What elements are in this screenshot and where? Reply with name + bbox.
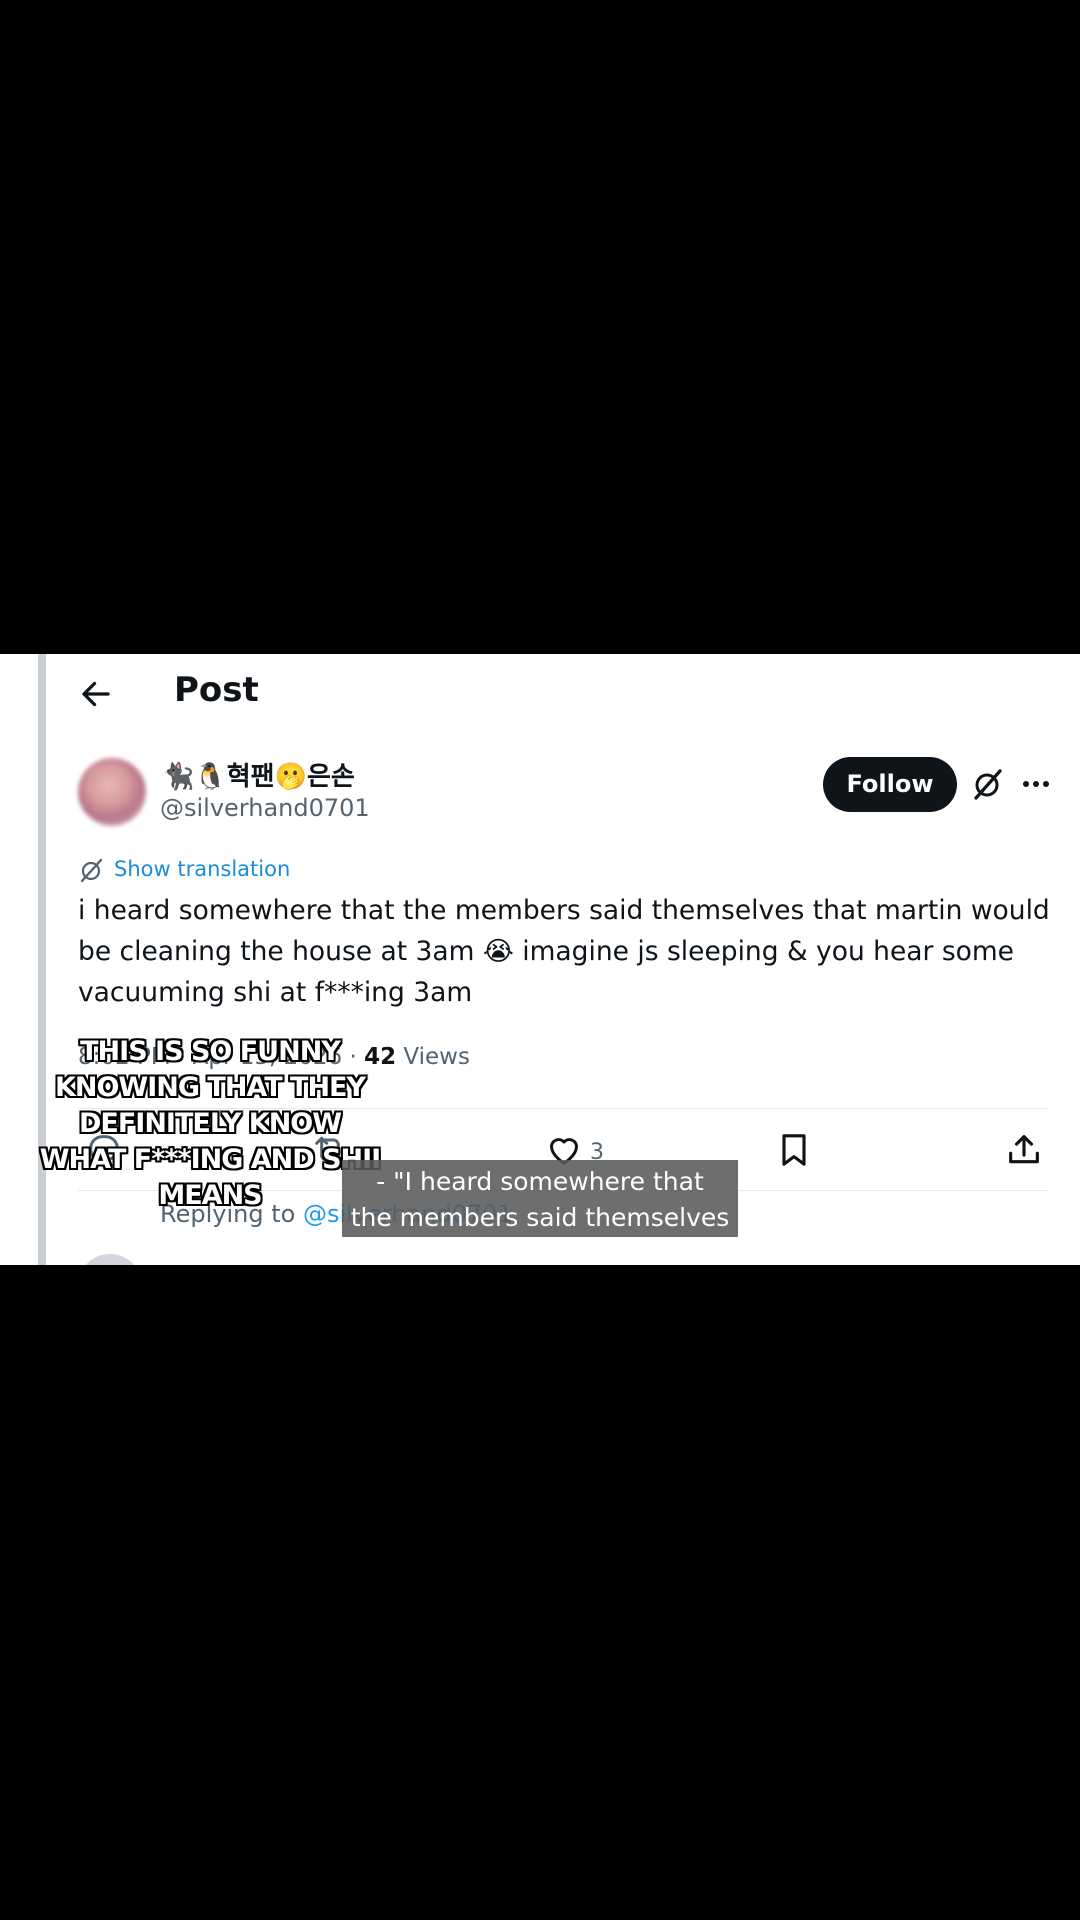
avatar[interactable] (78, 758, 146, 826)
share-icon (1009, 1135, 1039, 1164)
grok-button[interactable] (970, 766, 1006, 802)
grok-icon (974, 769, 1002, 800)
auto-subtitle: - "I heard somewhere that the members sa… (342, 1160, 738, 1237)
subtitle-line: - "I heard somewhere that (376, 1167, 704, 1196)
page-title: Post (174, 670, 259, 710)
author-display-name[interactable]: 🐈‍⬛🐧혁팬🫢은손 (162, 756, 355, 793)
share-button[interactable] (1004, 1130, 1044, 1170)
back-button[interactable] (78, 676, 114, 712)
tweet-text: i heard somewhere that the members said … (78, 895, 1050, 1008)
grok-icon (80, 858, 103, 883)
caption-line: KNOWING THAT THEY (54, 1072, 366, 1103)
follow-button[interactable]: Follow (823, 757, 957, 812)
more-button[interactable] (1018, 766, 1054, 802)
caption-line: THIS IS SO FUNNY (80, 1036, 341, 1067)
author-handle[interactable]: @silverhand0701 (160, 794, 370, 822)
caption-line: DEFINITELY KNOW (78, 1108, 342, 1139)
bookmark-icon (782, 1134, 806, 1166)
bookmark-button[interactable] (774, 1130, 814, 1170)
subtitle-line: the members said themselves (350, 1203, 730, 1232)
show-translation-label: Show translation (114, 857, 291, 881)
arrow-left-icon (82, 681, 110, 707)
more-horizontal-icon (1023, 781, 1049, 787)
top-bar: Post (0, 654, 1080, 734)
avatar[interactable] (78, 1254, 142, 1265)
